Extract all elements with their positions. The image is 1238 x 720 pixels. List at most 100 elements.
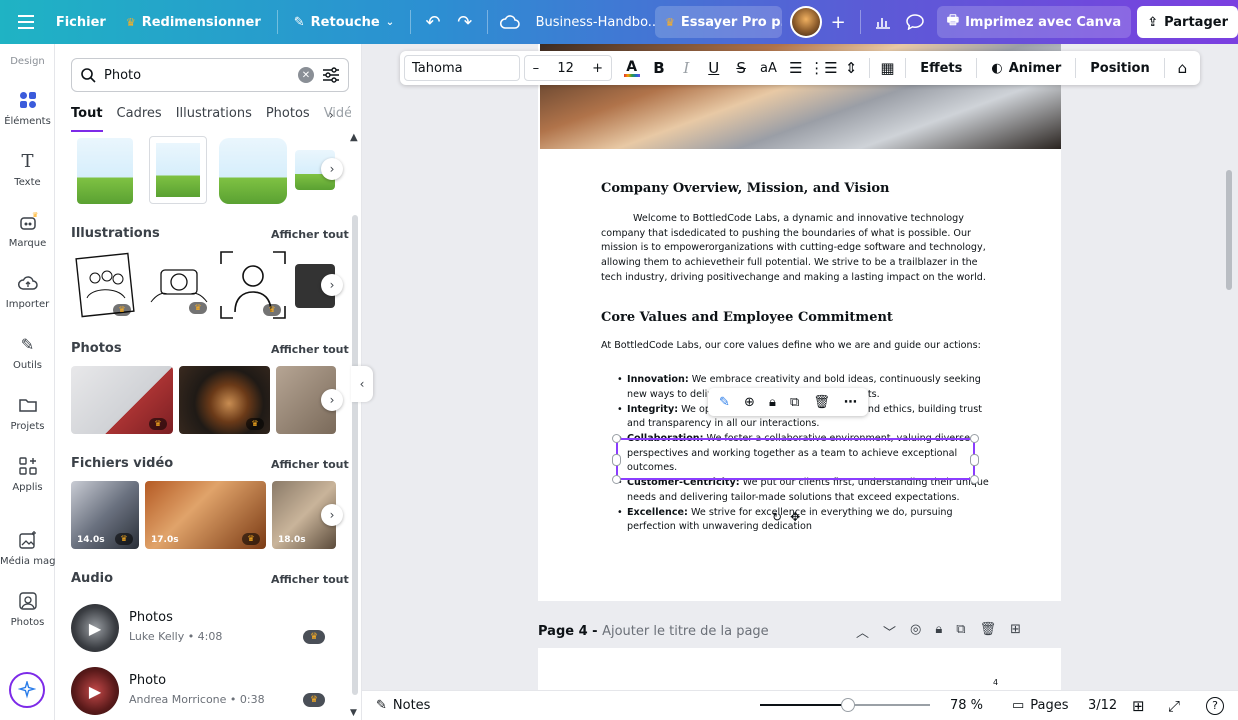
document-title[interactable]: Business-Handbo...: [526, 15, 655, 30]
page-up-icon[interactable]: ︿: [856, 622, 869, 641]
paragraph-overview[interactable]: Welcome to BottledCode Labs, a dynamic a…: [601, 212, 1001, 286]
zoom-level[interactable]: 78 %: [950, 698, 983, 713]
resize-button[interactable]: ♛ Redimensionner: [116, 6, 271, 38]
notes-button[interactable]: ✎ Notes: [376, 698, 430, 713]
underline-icon[interactable]: U: [700, 54, 727, 82]
comment-icon[interactable]: [899, 6, 931, 38]
search-input[interactable]: [104, 67, 290, 83]
next-page[interactable]: 4: [538, 648, 1061, 690]
delete-page-icon[interactable]: 🗑︎: [980, 622, 997, 641]
position-button[interactable]: Position: [1080, 54, 1160, 82]
bullet-list-icon[interactable]: ⋮☰: [809, 54, 837, 82]
transparency-icon[interactable]: ▦: [874, 54, 901, 82]
add-collaborator-icon[interactable]: +: [822, 6, 854, 38]
font-family-select[interactable]: Tahoma: [404, 55, 520, 81]
filter-icon[interactable]: [322, 67, 340, 83]
play-icon[interactable]: ▶: [71, 604, 119, 652]
increase-size-icon[interactable]: +: [592, 61, 603, 76]
illustration-thumbnail[interactable]: ♛: [73, 250, 137, 320]
page-title-placeholder[interactable]: Ajouter le titre de la page: [602, 624, 769, 639]
duplicate-page-icon[interactable]: ⧉: [956, 622, 965, 641]
audio-item[interactable]: ▶ Photo Andrea Morricone • 0:38 ♛: [71, 667, 341, 715]
list-item[interactable]: Excellence: We strive for excellence in …: [617, 506, 1001, 535]
font-size-value[interactable]: 12: [557, 61, 574, 76]
rail-item-apps[interactable]: Applis: [0, 454, 55, 493]
align-left-icon[interactable]: ☰: [782, 54, 809, 82]
tab-videos[interactable]: Vidé: [324, 106, 351, 132]
canvas-scrollbar[interactable]: [1226, 170, 1232, 290]
collapse-panel-button[interactable]: ‹: [351, 366, 373, 402]
help-icon[interactable]: ?: [1206, 696, 1224, 715]
photo-thumbnail[interactable]: ♛: [71, 366, 173, 434]
lock-icon[interactable]: 🔒︎: [769, 395, 776, 410]
photo-thumbnail[interactable]: ♛: [179, 366, 270, 434]
add-page-icon[interactable]: ⊞: [1010, 622, 1021, 641]
tab-illustrations[interactable]: Illustrations: [176, 106, 252, 132]
frame-thumbnail[interactable]: [149, 136, 207, 204]
file-menu-button[interactable]: Fichier: [46, 6, 116, 38]
move-icon[interactable]: ✥: [790, 510, 800, 524]
pages-button[interactable]: ▭ Pages: [1012, 698, 1069, 713]
illustration-thumbnail[interactable]: ♛: [145, 252, 213, 318]
frame-thumbnail[interactable]: [219, 138, 287, 204]
edit-button[interactable]: ✎ Retouche ⌄: [284, 6, 404, 38]
clear-search-icon[interactable]: ✕: [298, 67, 314, 83]
page-title-bar[interactable]: Page 4 - Ajouter le titre de la page: [538, 624, 769, 639]
page-down-icon[interactable]: ﹀: [883, 622, 896, 641]
text-color-icon[interactable]: A: [618, 54, 645, 82]
magic-edit-icon[interactable]: ✎: [719, 395, 730, 410]
videos-next-icon[interactable]: ›: [321, 504, 343, 526]
rail-item-projects[interactable]: Projets: [0, 393, 55, 432]
try-pro-button[interactable]: ♛ Essayer Pro p...: [655, 6, 783, 38]
video-thumbnail[interactable]: 17.0s ♛: [145, 481, 266, 549]
delete-icon[interactable]: 🗑︎: [813, 395, 830, 410]
see-all-illustrations-link[interactable]: Afficher tout: [271, 228, 349, 241]
illustration-thumbnail[interactable]: ♛: [219, 250, 287, 320]
zoom-slider-knob[interactable]: [841, 698, 856, 712]
tab-photos[interactable]: Photos: [266, 106, 310, 132]
scroll-up-icon[interactable]: ▲: [350, 132, 358, 143]
lock-page-icon[interactable]: 🔒︎: [935, 622, 942, 641]
menu-icon[interactable]: [10, 6, 42, 38]
play-icon[interactable]: ▶: [71, 667, 119, 715]
see-all-photos-link[interactable]: Afficher tout: [271, 343, 349, 356]
rail-item-design[interactable]: Design: [0, 56, 55, 67]
cloud-save-icon[interactable]: [494, 6, 526, 38]
spacing-icon[interactable]: ⇕: [838, 54, 865, 82]
more-icon[interactable]: ⋯: [844, 395, 857, 410]
zoom-slider[interactable]: [760, 698, 930, 712]
analytics-icon[interactable]: [867, 6, 899, 38]
magic-sparkle-button[interactable]: [9, 672, 45, 708]
rail-item-photos[interactable]: Photos: [0, 589, 55, 628]
tab-frames[interactable]: Cadres: [117, 106, 162, 132]
rotate-icon[interactable]: ↻: [772, 510, 782, 524]
letter-case-icon[interactable]: aA: [755, 54, 782, 82]
illustrations-next-icon[interactable]: ›: [321, 274, 343, 296]
search-box[interactable]: ✕: [71, 58, 349, 92]
effects-button[interactable]: Effets: [910, 54, 972, 82]
share-button[interactable]: ⇪ Partager: [1137, 6, 1238, 38]
video-thumbnail[interactable]: 14.0s ♛: [71, 481, 139, 549]
heading-overview[interactable]: Company Overview, Mission, and Vision: [601, 181, 1001, 196]
frame-thumbnail[interactable]: [77, 138, 133, 204]
paragraph-core-values[interactable]: At BottledCode Labs, our core values def…: [601, 339, 1001, 354]
panel-scrollbar[interactable]: [352, 215, 358, 695]
audio-item[interactable]: ▶ Photos Luke Kelly • 4:08 ♛: [71, 604, 341, 652]
undo-icon[interactable]: ↶: [417, 6, 449, 38]
rail-item-uploads[interactable]: Importer: [0, 271, 55, 310]
add-comment-icon[interactable]: ⊕: [744, 395, 755, 410]
see-all-videos-link[interactable]: Afficher tout: [271, 458, 349, 471]
grid-view-icon[interactable]: ⊞: [1132, 697, 1145, 715]
redo-icon[interactable]: ↷: [449, 6, 481, 38]
paint-format-icon[interactable]: ⌂: [1169, 54, 1196, 82]
hide-page-icon[interactable]: ◎: [910, 622, 921, 641]
rail-item-tools[interactable]: ✎ Outils: [0, 332, 55, 372]
rail-item-magic-media[interactable]: Média magi...: [0, 528, 55, 567]
decrease-size-icon[interactable]: –: [533, 61, 540, 76]
see-all-audio-link[interactable]: Afficher tout: [271, 573, 349, 586]
bold-icon[interactable]: B: [645, 54, 672, 82]
strikethrough-icon[interactable]: S: [727, 54, 754, 82]
duplicate-icon[interactable]: ⧉: [790, 395, 799, 410]
tab-all[interactable]: Tout: [71, 106, 103, 132]
list-item[interactable]: Customer-Centricity: We put our clients …: [617, 476, 1001, 505]
